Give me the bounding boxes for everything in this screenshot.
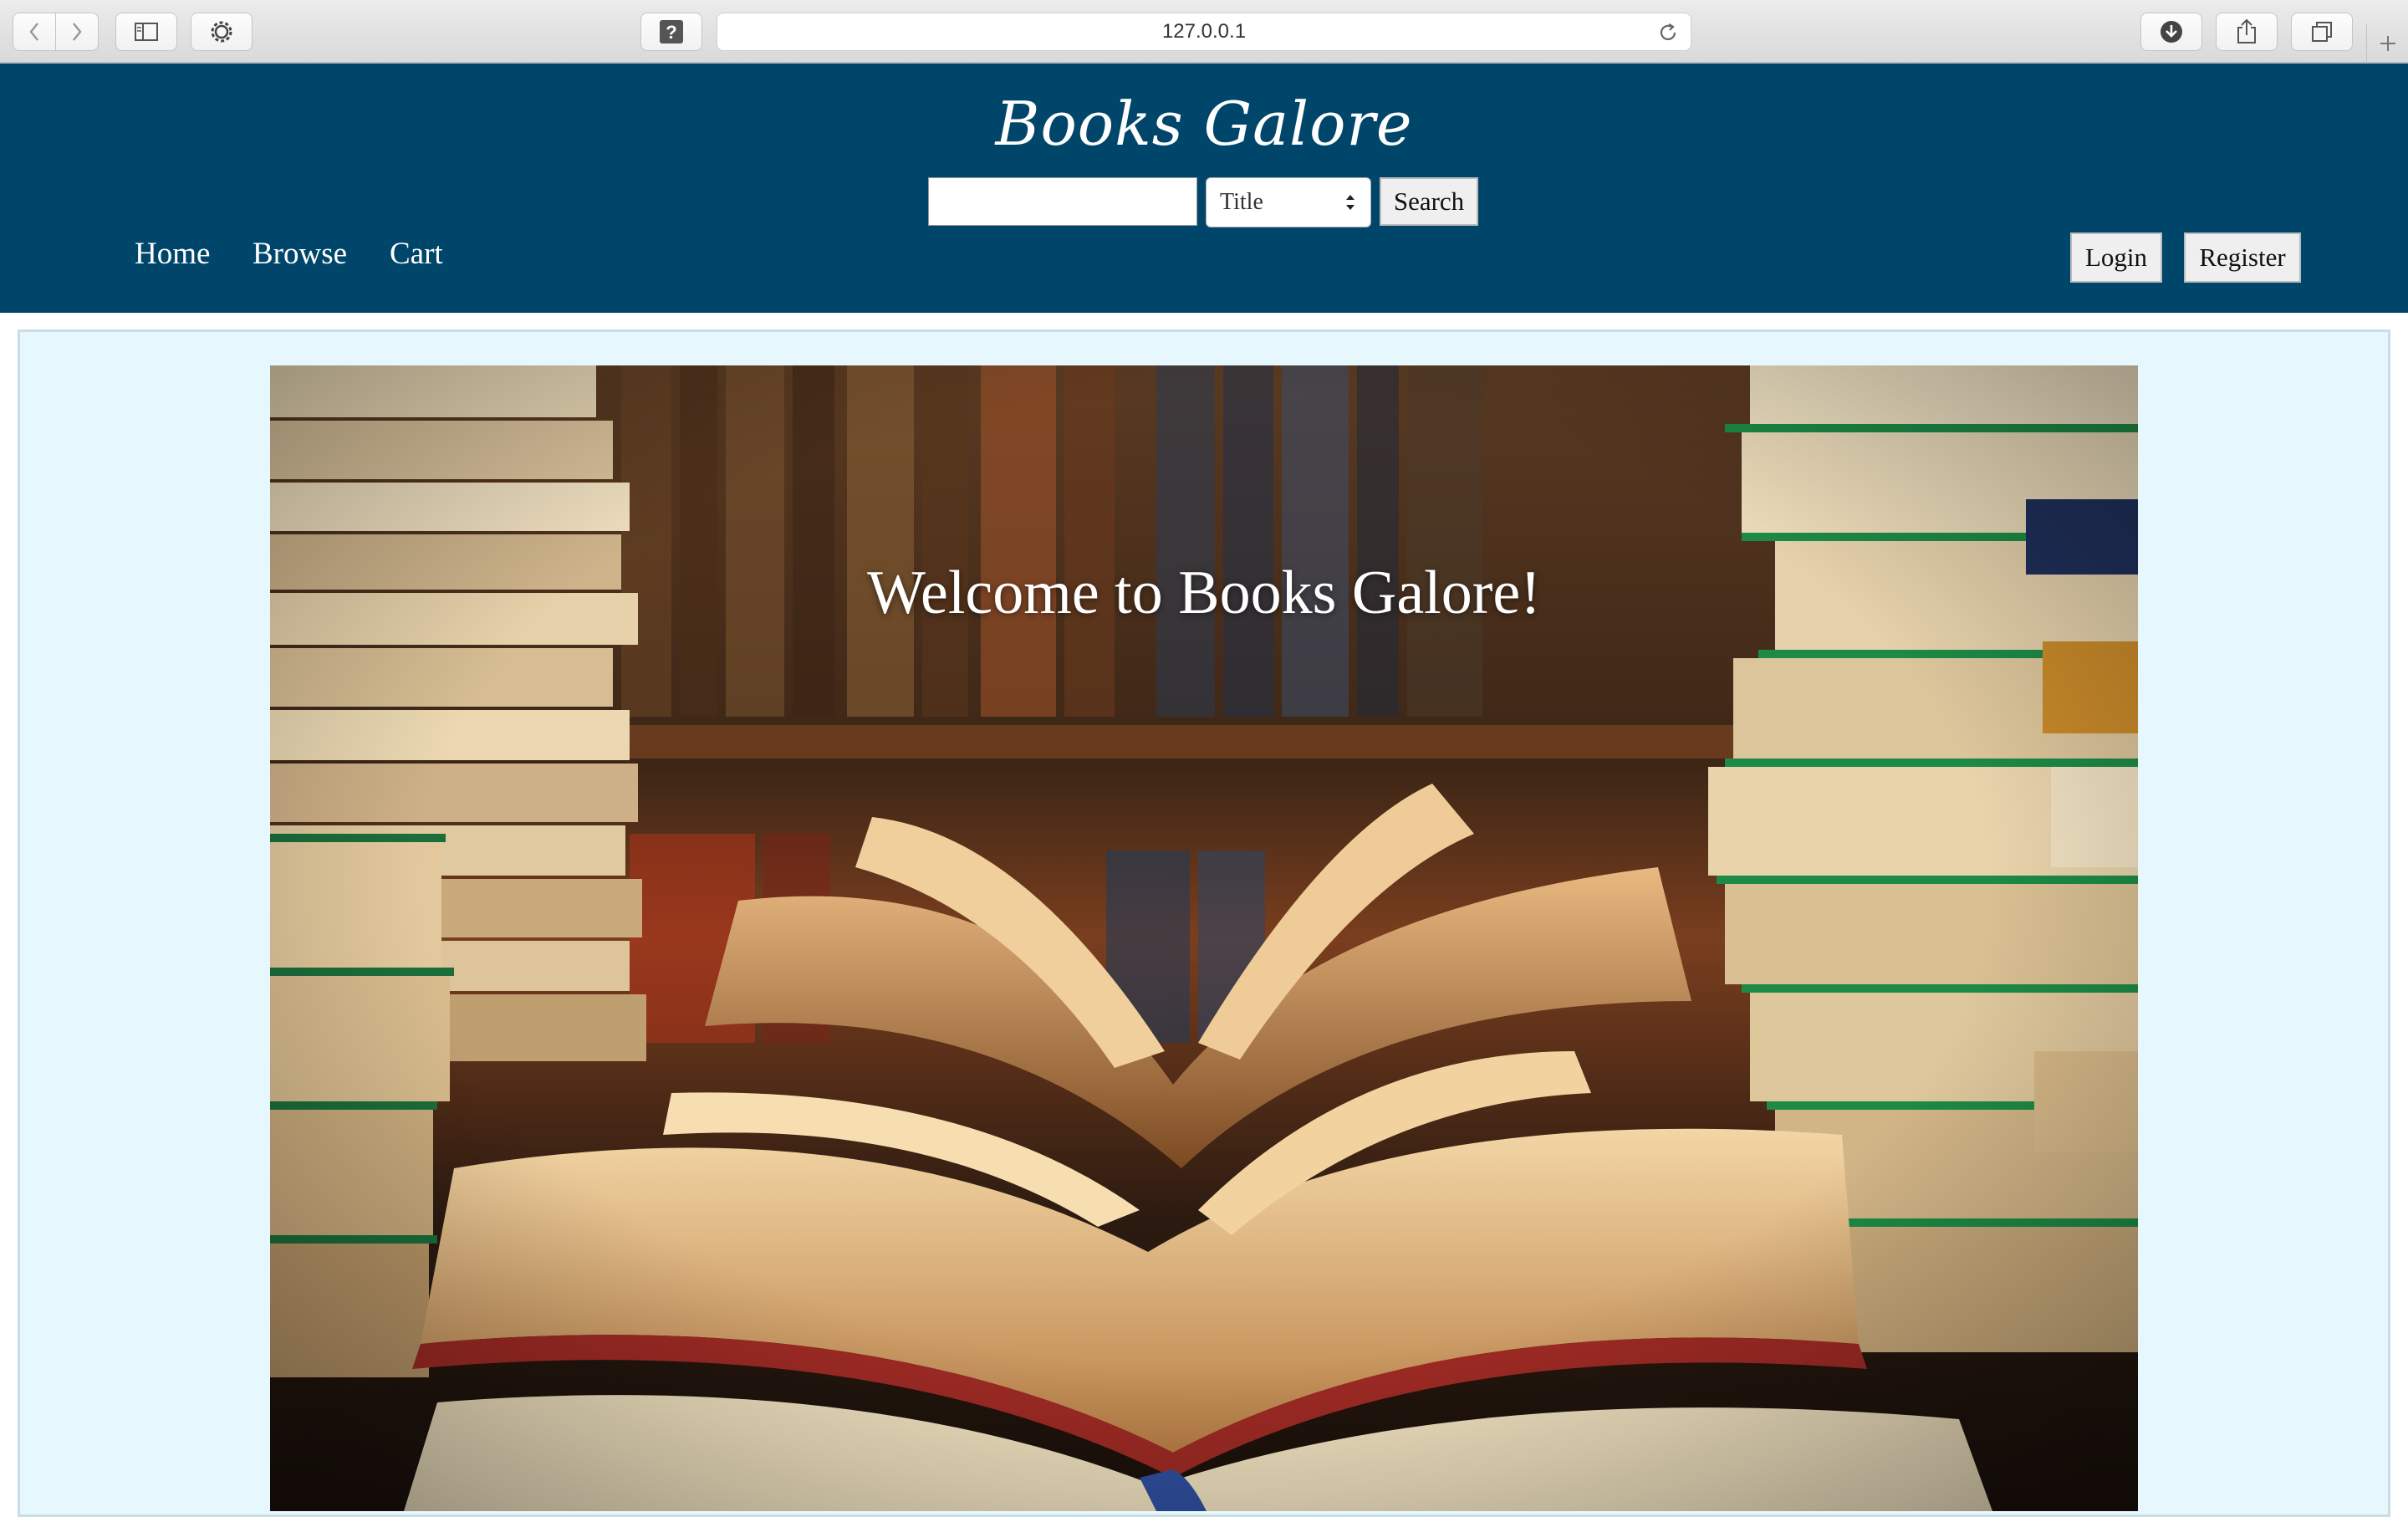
tabs-icon <box>2312 22 2332 42</box>
chevron-right-icon <box>73 23 82 41</box>
gear-icon <box>211 21 232 43</box>
browser-toolbar: ? 127.0.0.1 <box>0 0 2408 64</box>
reload-icon <box>1660 23 1676 40</box>
svg-text:?: ? <box>666 22 676 43</box>
address-bar[interactable]: 127.0.0.1 <box>717 13 1691 51</box>
help-button[interactable]: ? <box>640 13 702 51</box>
download-icon <box>2161 21 2182 43</box>
login-button[interactable]: Login <box>2070 232 2162 283</box>
new-tab-button[interactable] <box>2366 23 2408 64</box>
download-button[interactable] <box>2140 13 2202 51</box>
nav-cart[interactable]: Cart <box>390 236 443 272</box>
search-input[interactable] <box>928 177 1197 226</box>
register-button[interactable]: Register <box>2184 232 2301 283</box>
share-button[interactable] <box>2216 13 2278 51</box>
reload-button[interactable] <box>1657 22 1679 49</box>
hero-banner: Welcome to Books Galore! <box>270 365 2138 1511</box>
settings-button[interactable] <box>191 13 253 51</box>
site-title: Books Galore <box>995 89 1413 159</box>
select-arrows-icon <box>1346 195 1354 210</box>
share-icon <box>2237 18 2256 43</box>
nav-browse[interactable]: Browse <box>253 236 347 272</box>
question-icon: ? <box>660 20 683 43</box>
sidebar-icon <box>135 23 158 41</box>
chevron-left-icon <box>29 23 38 41</box>
search-button[interactable]: Search <box>1380 177 1478 226</box>
site-header: Books Galore Title Search Home Browse Ca… <box>0 64 2408 313</box>
sidebar-button[interactable] <box>115 13 177 51</box>
hero-image <box>270 365 2138 1511</box>
nav-home[interactable]: Home <box>135 236 210 272</box>
forward-button[interactable] <box>55 13 99 51</box>
back-button[interactable] <box>13 13 56 51</box>
hero-title: Welcome to Books Galore! <box>867 559 1541 627</box>
search-filter-value: Title <box>1220 189 1263 215</box>
tabs-button[interactable] <box>2291 13 2353 51</box>
url-text: 127.0.0.1 <box>1161 20 1247 43</box>
plus-icon <box>2380 36 2395 51</box>
search-filter-select[interactable]: Title <box>1206 177 1371 227</box>
